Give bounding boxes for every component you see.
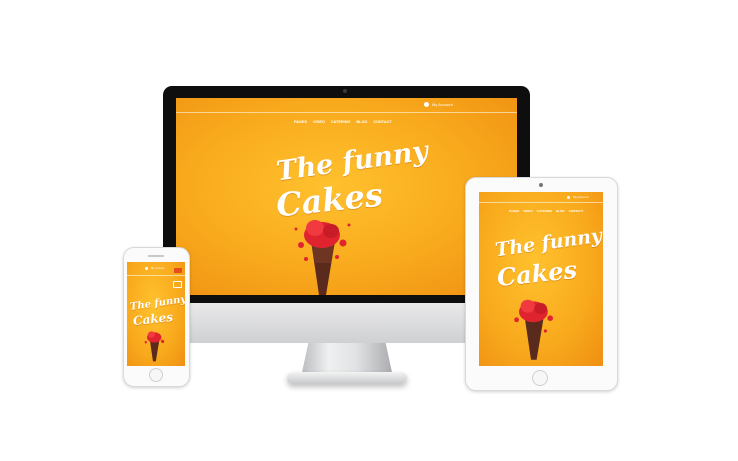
phone-brand-line1: The funny [129, 294, 185, 313]
phone-header-divider [127, 275, 185, 276]
nav-item-blog[interactable]: BLOG [356, 120, 367, 124]
phone-speaker [148, 255, 164, 257]
tablet-screen: My Account PAGES VIDEO CATERING BLOG CON… [479, 192, 603, 366]
tablet-nav: PAGES VIDEO CATERING BLOG CONTACT [509, 209, 583, 213]
tablet-nav-catering[interactable]: CATERING [537, 209, 552, 213]
cake-illustration [294, 220, 351, 295]
monitor-camera [343, 89, 347, 93]
cake-illustration [144, 331, 165, 362]
user-icon [424, 102, 429, 107]
tablet-account-label: My Account [573, 195, 589, 199]
cake-illustration [514, 299, 553, 360]
language-badge[interactable] [174, 268, 182, 273]
header-divider [176, 112, 517, 113]
tablet-nav-contact[interactable]: CONTACT [569, 209, 583, 213]
nav-item-contact[interactable]: CONTACT [373, 120, 391, 124]
phone-brand-line2: Cakes [132, 309, 174, 329]
user-icon [567, 195, 570, 199]
main-nav: PAGES VIDEO CATERING BLOG CONTACT [294, 120, 392, 124]
account-label: My Account [432, 102, 453, 107]
nav-item-catering[interactable]: CATERING [331, 120, 351, 124]
tablet-nav-video[interactable]: VIDEO [523, 209, 532, 213]
phone-account-link[interactable]: My Account [145, 267, 164, 270]
tablet-camera [539, 183, 543, 187]
monitor-base [287, 372, 407, 384]
tablet-account-link[interactable]: My Account [567, 195, 589, 199]
tablet-nav-blog[interactable]: BLOG [556, 209, 565, 213]
menu-icon[interactable] [173, 281, 182, 288]
tablet-brand-line2: Cakes [495, 254, 579, 293]
tablet-header-divider [479, 202, 603, 203]
tablet-home-button [532, 370, 548, 386]
nav-item-video[interactable]: VIDEO [313, 120, 325, 124]
phone-account-label: My Account [151, 267, 165, 270]
user-icon [145, 267, 148, 270]
tablet-nav-pages[interactable]: PAGES [509, 209, 519, 213]
nav-item-pages[interactable]: PAGES [294, 120, 307, 124]
phone-screen: My Account The funny Cakes [127, 262, 185, 366]
account-link[interactable]: My Account [424, 102, 453, 107]
phone-home-button [149, 368, 163, 382]
tablet-brand-line1: The funny [493, 224, 603, 262]
